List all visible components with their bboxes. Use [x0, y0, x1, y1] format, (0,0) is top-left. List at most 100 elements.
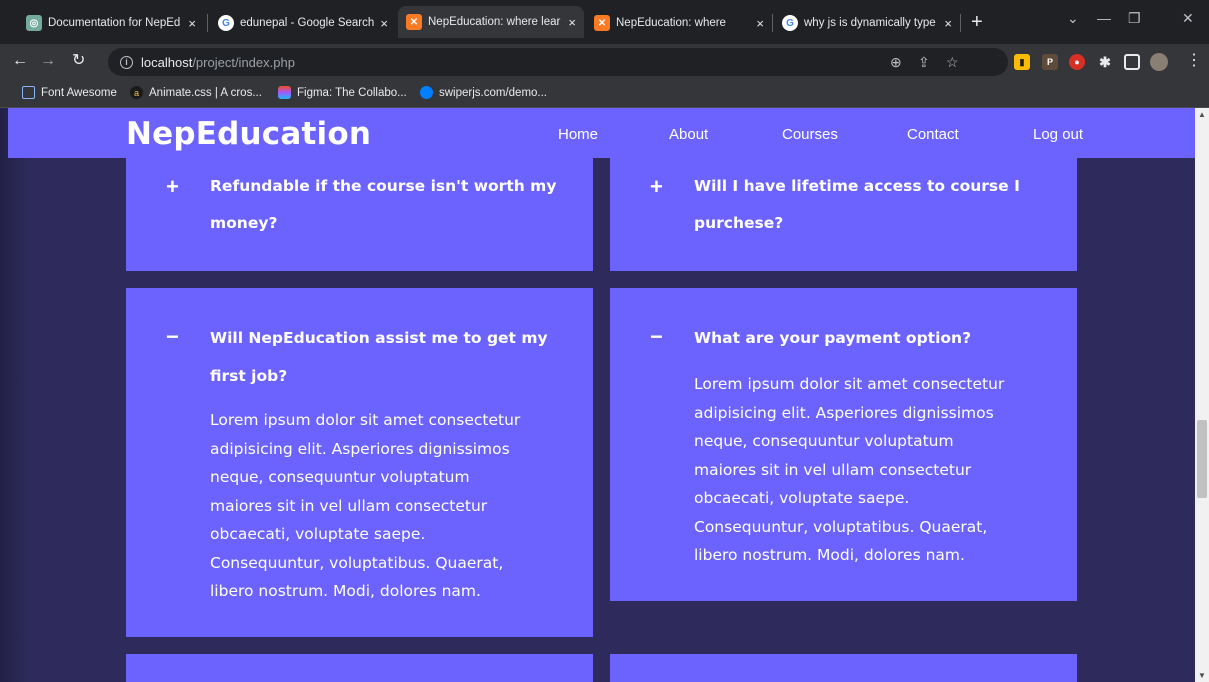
page-side-shade — [0, 108, 30, 682]
tab-title: edunepal - Google Search — [240, 17, 375, 29]
address-bar[interactable]: i localhost/project/index.php ⊕ ⇪ ☆ — [108, 48, 1008, 76]
close-window-icon[interactable]: ✕ — [1182, 10, 1194, 27]
nav-logout[interactable]: Log out — [1033, 126, 1083, 143]
faq-answer-line: libero nostrum. Modi, dolores nam. — [694, 546, 965, 564]
new-tab-button[interactable]: + — [971, 12, 983, 32]
minus-icon[interactable]: − — [166, 326, 179, 348]
tab-documentation[interactable]: ◎ Documentation for NepEd × — [18, 8, 204, 38]
bookmark-label: Font Awesome — [41, 86, 117, 99]
bookmark-label: swiperjs.com/demo... — [439, 86, 548, 99]
tab-nepeducation[interactable]: ✕ NepEducation: where × — [586, 8, 772, 38]
tab-divider — [772, 14, 773, 32]
adblock-extension-icon[interactable]: ● — [1069, 54, 1085, 70]
close-icon[interactable]: × — [568, 15, 576, 30]
keep-extension-icon[interactable]: ▮ — [1014, 54, 1030, 70]
faq-question: Will I have lifetime access to course I — [694, 177, 1020, 195]
plus-icon[interactable]: + — [650, 176, 663, 198]
close-icon[interactable]: × — [756, 16, 764, 31]
side-panel-icon[interactable] — [1124, 54, 1140, 70]
faq-answer-line: maiores sit in vel ullam consectetur — [694, 460, 972, 479]
faq-answer-line: maiores sit in vel ullam consectetur — [210, 496, 488, 515]
faq-answer-line: Consequuntur, voluptatibus. Quaerat, — [694, 517, 988, 536]
faq-answer-line: neque, consequuntur voluptatum — [210, 468, 470, 486]
bookmark-animate-css[interactable]: a Animate.css | A cros... — [130, 86, 262, 99]
bookmark-font-awesome[interactable]: Font Awesome — [22, 86, 117, 99]
figma-icon — [278, 86, 291, 99]
back-icon[interactable]: ← — [12, 52, 28, 70]
swiper-icon — [420, 86, 433, 99]
close-icon[interactable]: × — [188, 16, 196, 31]
bookmark-swiper[interactable]: swiperjs.com/demo... — [420, 86, 547, 99]
tab-why-js[interactable]: G why js is dynamically type × — [774, 8, 960, 38]
scroll-thumb[interactable] — [1197, 420, 1207, 498]
pdf-extension-icon[interactable]: P — [1042, 54, 1058, 70]
bookmark-star-icon[interactable]: ☆ — [946, 54, 959, 71]
google-icon: G — [782, 15, 798, 31]
site-logo[interactable]: NepEducation — [126, 116, 371, 152]
menu-kebab-icon[interactable]: ⋮ — [1186, 52, 1202, 70]
tab-title: NepEducation: where lear — [428, 16, 561, 28]
faq-answer-line: libero nostrum. Modi, dolores nam. — [210, 582, 481, 600]
faq-answer-line: obcaecati, voluptate saepe. — [694, 489, 910, 507]
faq-question: purchese? — [694, 214, 784, 232]
faq-question: What are your payment option? — [694, 329, 972, 347]
nav-about[interactable]: About — [669, 126, 708, 143]
plus-icon[interactable]: + — [166, 176, 179, 198]
extensions-puzzle-icon[interactable]: ✱ — [1097, 54, 1113, 70]
tab-divider — [960, 14, 961, 32]
page-scrollbar[interactable]: ▲ ▼ — [1195, 108, 1209, 682]
url-path: /project/index.php — [192, 54, 295, 70]
tab-google-search[interactable]: G edunepal - Google Search × — [210, 8, 396, 38]
zoom-icon[interactable]: ⊕ — [890, 54, 902, 71]
faq-question: money? — [210, 214, 278, 232]
reload-icon[interactable]: ↻ — [72, 52, 85, 70]
faq-answer: Lorem ipsum dolor sit amet consectetur a… — [210, 406, 520, 606]
faq-card[interactable]: − Will NepEducation assist me to get my … — [126, 288, 593, 637]
tab-nepeducation-active[interactable]: ✕ NepEducation: where lear × — [398, 6, 584, 38]
tab-title: why js is dynamically type — [804, 17, 936, 29]
xampp-icon: ✕ — [406, 14, 422, 30]
tab-divider — [207, 14, 208, 32]
nav-courses[interactable]: Courses — [782, 126, 838, 143]
nav-contact[interactable]: Contact — [907, 126, 959, 143]
faq-answer-line: neque, consequuntur voluptatum — [694, 432, 954, 450]
faq-card[interactable] — [126, 654, 593, 682]
forward-icon[interactable]: → — [40, 52, 56, 70]
avatar[interactable] — [1150, 53, 1168, 71]
faq-card[interactable]: − What are your payment option? Lorem ip… — [610, 288, 1077, 601]
faq-question: Refundable if the course isn't worth my — [210, 177, 557, 195]
faq-answer-line: obcaecati, voluptate saepe. — [210, 525, 426, 543]
bookmark-label: Animate.css | A cros... — [149, 86, 262, 99]
faq-answer-line: adipisicing elit. Asperiores dignissimos — [210, 439, 510, 458]
animate-icon: a — [130, 86, 143, 99]
close-icon[interactable]: × — [944, 16, 952, 31]
bookmark-figma[interactable]: Figma: The Collabo... — [278, 86, 407, 99]
xampp-icon: ✕ — [594, 15, 610, 31]
restore-icon[interactable]: ❐ — [1128, 10, 1141, 27]
url-host: localhost — [141, 54, 193, 70]
tab-strip: ◎ Documentation for NepEd × G edunepal -… — [0, 0, 1209, 44]
bookmarks-bar: Font Awesome a Animate.css | A cros... F… — [0, 80, 1209, 108]
faq-question: Will NepEducation assist me to get my — [210, 329, 548, 347]
minus-icon[interactable]: − — [650, 326, 663, 348]
page-viewport: + Refundable if the course isn't worth m… — [0, 108, 1195, 682]
faq-answer-line: Lorem ipsum dolor sit amet consectetur — [694, 375, 1005, 393]
faq-question: first job? — [210, 367, 288, 385]
close-icon[interactable]: × — [380, 16, 388, 31]
tab-search-icon[interactable]: ⌄ — [1067, 10, 1079, 27]
share-icon[interactable]: ⇪ — [918, 54, 930, 71]
google-icon: G — [218, 15, 234, 31]
info-icon[interactable]: i — [120, 55, 133, 69]
faq-answer-line: Consequuntur, voluptatibus. Quaerat, — [210, 553, 504, 572]
minimize-icon[interactable]: — — [1097, 10, 1111, 26]
faq-answer-line: adipisicing elit. Asperiores dignissimos — [694, 403, 994, 422]
faq-card[interactable] — [610, 654, 1077, 682]
scroll-up-arrow-icon[interactable]: ▲ — [1195, 110, 1209, 119]
scroll-down-arrow-icon[interactable]: ▼ — [1195, 671, 1209, 680]
browser-toolbar: ← → ↻ i localhost/project/index.php ⊕ ⇪ … — [0, 44, 1209, 80]
site-navbar: NepEducation Home About Courses Contact … — [8, 108, 1195, 158]
nav-home[interactable]: Home — [558, 126, 598, 143]
chatgpt-icon: ◎ — [26, 15, 42, 31]
tab-title: Documentation for NepEd — [48, 17, 181, 29]
tab-title: NepEducation: where — [616, 17, 726, 29]
